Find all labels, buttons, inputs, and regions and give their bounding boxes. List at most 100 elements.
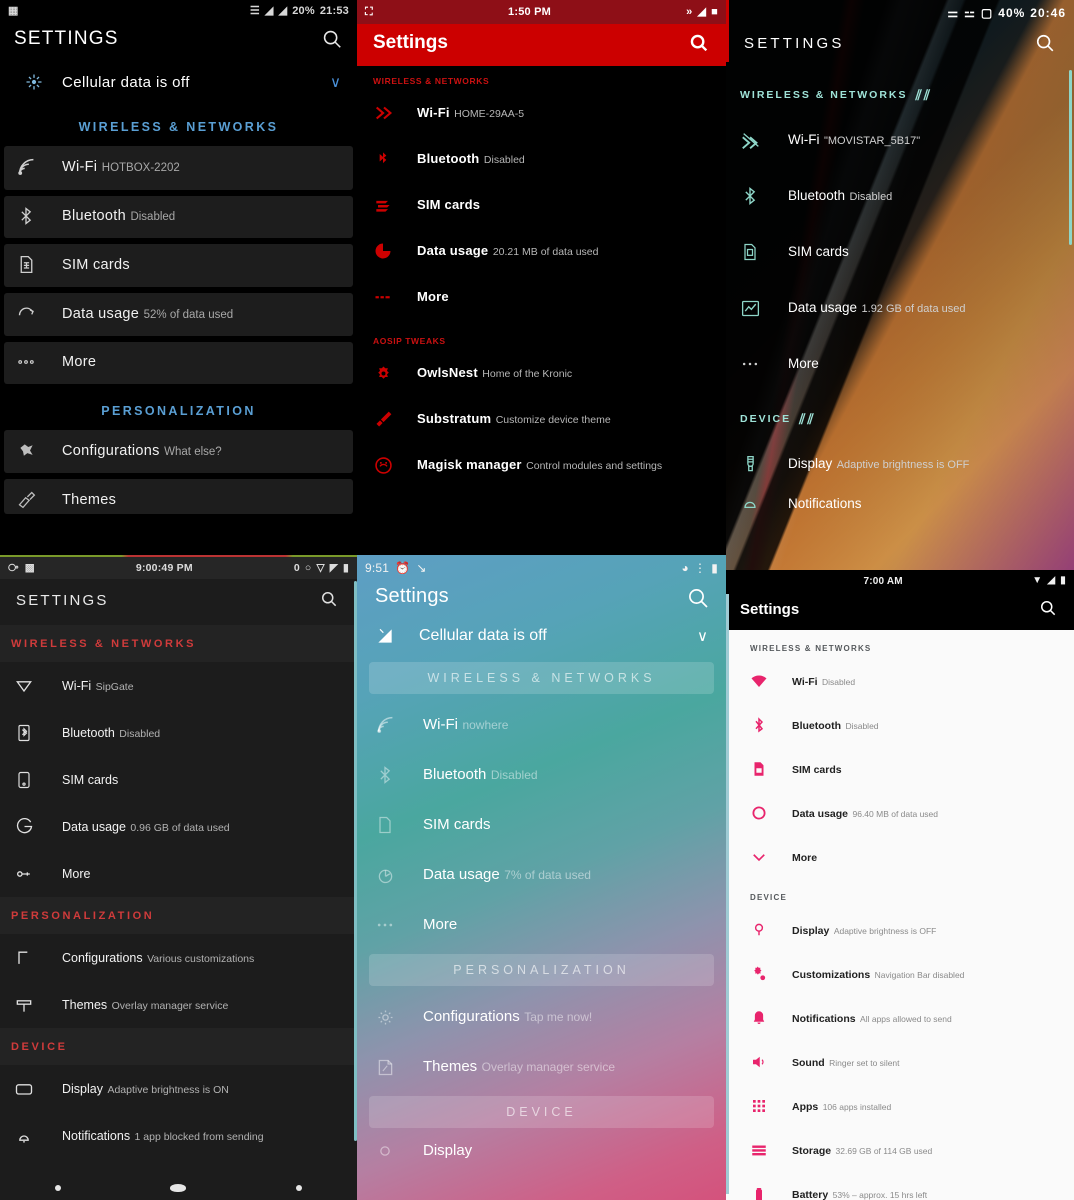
list-item-title: More [62, 354, 97, 370]
status-bar: ▦ ☰ ◢ ◢ 20% 21:53 [0, 0, 357, 22]
cellular-data-toggle-row[interactable]: Cellular data is off ∨ [0, 60, 357, 106]
list-item-title: Data usage [417, 243, 489, 258]
search-icon[interactable] [319, 589, 341, 611]
list-item-title: SIM cards [417, 197, 481, 212]
list-item-configurations[interactable]: Configurations Various customizations [0, 934, 357, 981]
list-item-sim-cards[interactable]: SIM cards [4, 244, 353, 287]
list-item-wifi[interactable]: Wi-Fi HOME-29AA-5 [357, 90, 726, 136]
list-item-display[interactable]: Display Adaptive brightness is OFF [726, 436, 1074, 492]
home-button[interactable] [170, 1184, 187, 1192]
list-item-customizations[interactable]: Customizations Navigation Bar disabled [726, 952, 1074, 996]
list-item-data-usage[interactable]: Data usage 0.96 GB of data used [0, 803, 357, 850]
list-item-subtitle: All apps allowed to send [860, 1014, 952, 1024]
list-item-title: Data usage [62, 819, 126, 834]
list-item-bluetooth[interactable]: Bluetooth Disabled [0, 709, 357, 756]
section-header-wireless: WIRELESS & NETWORKS [373, 76, 490, 86]
list-item-display[interactable]: Display Adaptive brightness is ON [0, 1065, 357, 1112]
list-item-owlsnest[interactable]: OwlsNest Home of the Kronic [357, 350, 726, 396]
page-title: SETTINGS [16, 591, 109, 609]
signal-icon: ◤ [329, 561, 339, 574]
settings-screenshot-gradient: 9:51 ⏰ ↘ ◕ ⋮ ▮ Settings Cellular data is… [357, 555, 726, 1200]
list-item-wifi[interactable]: Wi-Fi Disabled [726, 659, 1074, 703]
list-item-apps[interactable]: Apps 106 apps installed [726, 1084, 1074, 1128]
search-icon[interactable] [321, 28, 343, 50]
list-item-themes[interactable]: Themes Overlay manager service [357, 1042, 726, 1092]
screenshot-icon: ⛶ [365, 5, 373, 18]
wifi-icon: » [686, 5, 693, 18]
list-item-sim-cards[interactable]: SIM cards [357, 800, 726, 850]
list-item-notifications[interactable]: Notifications 1 app blocked from sending [0, 1112, 357, 1159]
list-item-more[interactable]: More [357, 274, 726, 320]
list-item-subtitle: SipGate [95, 680, 134, 693]
chevron-down-icon[interactable]: ∨ [330, 73, 341, 91]
list-item-data-usage[interactable]: Data usage 96.40 MB of data used [726, 791, 1074, 835]
list-item-substratum[interactable]: Substratum Customize device theme [357, 396, 726, 442]
list-item-title: Display [62, 1081, 103, 1096]
list-item-wifi[interactable]: Wi-Fi SipGate [0, 662, 357, 709]
list-item-bluetooth[interactable]: Bluetooth Disabled [357, 136, 726, 182]
list-item-data-usage[interactable]: Data usage 7% of data used [357, 850, 726, 900]
list-item-wifi[interactable]: Wi-Fi "MOVISTAR_5B17" [726, 112, 1074, 168]
search-icon[interactable] [688, 32, 710, 54]
list-item-data-usage[interactable]: Data usage 20.21 MB of data used [357, 228, 726, 274]
list-item-bluetooth[interactable]: Bluetooth Disabled [4, 196, 353, 238]
search-icon[interactable] [1038, 598, 1060, 620]
list-item-more[interactable]: More [726, 835, 1074, 879]
list-item-magisk-manager[interactable]: Magisk manager Control modules and setti… [357, 442, 726, 488]
signal-icon: ◢ [1047, 575, 1056, 586]
list-item-subtitle: 96.40 MB of data used [852, 809, 939, 819]
sim-icon [373, 195, 399, 215]
list-item-display[interactable]: Display Adaptive brightness is OFF [726, 908, 1074, 952]
list-item-themes[interactable]: Themes Overlay manager service [0, 981, 357, 1028]
list-item-more[interactable]: More [357, 900, 726, 950]
list-item-notifications[interactable]: Notifications All apps allowed to send [726, 996, 1074, 1040]
list-item-subtitle: Disabled [483, 154, 525, 166]
section-header-personalization: PERSONALIZATION [0, 897, 357, 934]
clock: 21:53 [319, 5, 349, 17]
chevron-down-icon[interactable]: ∨ [697, 627, 708, 645]
bluetooth-icon [14, 723, 40, 743]
app-bar: Settings [357, 24, 726, 66]
more-icon [740, 354, 768, 374]
list-item-title: Notifications [788, 496, 862, 511]
list-item-display[interactable]: Display [357, 1134, 726, 1168]
list-item-subtitle: HOME-29AA-5 [454, 108, 525, 120]
list-item-more[interactable]: More [726, 336, 1074, 392]
list-item-storage[interactable]: Storage 32.69 GB of 114 GB used [726, 1128, 1074, 1172]
list-item-themes[interactable]: Themes [4, 479, 353, 514]
list-item-wifi[interactable]: Wi-Fi HOTBOX-2202 [4, 146, 353, 190]
list-item-sim-cards[interactable]: SIM cards [726, 747, 1074, 791]
list-item-configurations[interactable]: Configurations What else? [4, 430, 353, 473]
list-item-more[interactable]: More [4, 342, 353, 384]
list-item-data-usage[interactable]: Data usage 52% of data used [4, 293, 353, 336]
list-item-subtitle: HOTBOX-2202 [101, 162, 180, 174]
back-button[interactable] [54, 1185, 61, 1191]
search-icon[interactable] [686, 586, 708, 608]
list-item-bluetooth[interactable]: Bluetooth Disabled [726, 168, 1074, 224]
list-item-configurations[interactable]: Configurations Tap me now! [357, 992, 726, 1042]
list-item-sim-cards[interactable]: SIM cards [357, 182, 726, 228]
scrollbar[interactable] [1069, 70, 1072, 245]
list-item-subtitle: Disabled [845, 721, 879, 731]
scrollbar[interactable] [726, 594, 729, 1194]
list-item-notifications[interactable]: Notifications [726, 492, 1074, 514]
list-item-battery[interactable]: Battery 53% – approx. 15 hrs left [726, 1172, 1074, 1200]
list-item-wifi[interactable]: Wi-Fi nowhere [357, 700, 726, 750]
list-item-sim-cards[interactable]: SIM cards [0, 756, 357, 803]
cellular-data-toggle-row[interactable]: Cellular data is off ∨ [357, 618, 726, 658]
cellular-data-label: Cellular data is off [419, 627, 547, 644]
search-icon[interactable] [1034, 32, 1056, 54]
list-item-sound[interactable]: Sound Ringer set to silent [726, 1040, 1074, 1084]
list-item-subtitle: Adaptive brightness is ON [107, 1083, 229, 1096]
list-item-bluetooth[interactable]: Bluetooth Disabled [726, 703, 1074, 747]
list-item-bluetooth[interactable]: Bluetooth Disabled [357, 750, 726, 800]
list-item-data-usage[interactable]: Data usage 1.92 GB of data used [726, 280, 1074, 336]
notifications-icon [740, 494, 768, 514]
settings-screenshot-transparent-wallpaper: ⚌ ⚍ ▢ 40% 20:46 SETTINGS WIRELESS & NETW… [726, 0, 1074, 570]
configurations-icon [14, 948, 40, 968]
list-item-sim-cards[interactable]: SIM cards [726, 224, 1074, 280]
notification-icon: ▦ [8, 4, 19, 17]
list-item-title: Apps [792, 1101, 819, 1113]
recents-button[interactable] [296, 1185, 303, 1191]
list-item-more[interactable]: More [0, 850, 357, 897]
